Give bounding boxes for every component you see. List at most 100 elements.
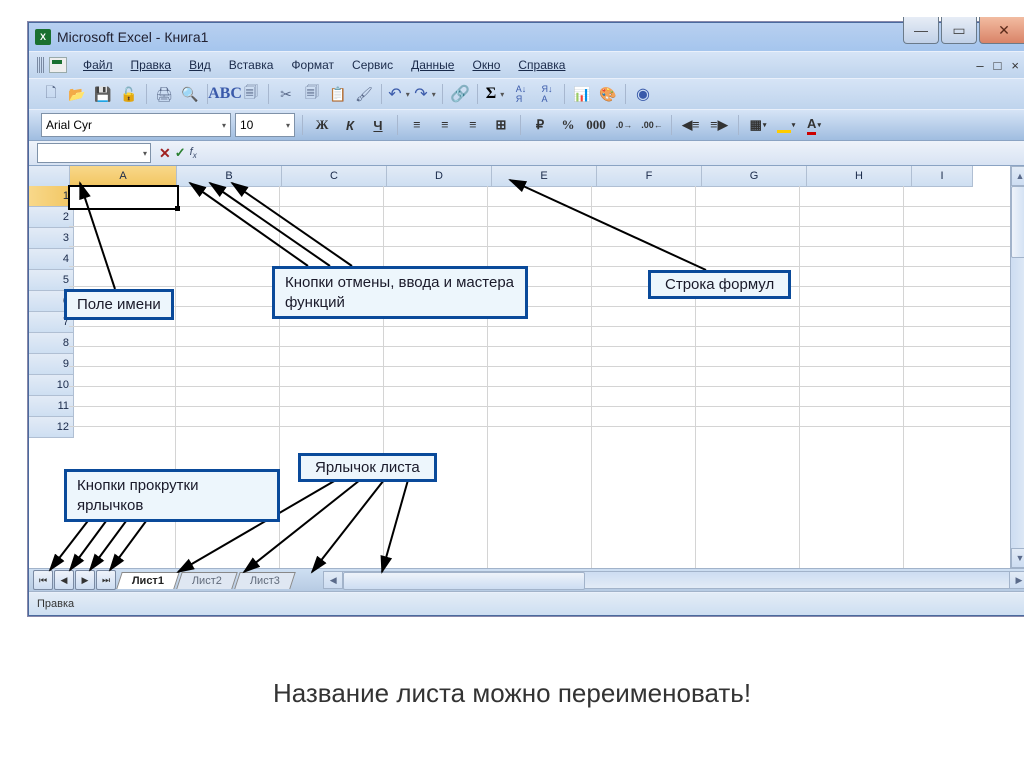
undo-button[interactable]: ↶▾ [387,82,411,106]
print-button[interactable]: 🖨 [152,82,176,106]
maximize-button[interactable]: ▭ [941,17,977,44]
doc-mini-icon[interactable] [49,57,67,73]
row-header-10[interactable]: 10 [29,375,74,396]
fill-color-button[interactable]: ▾ [774,113,798,137]
menu-data[interactable]: Данные [403,55,462,75]
font-color-button[interactable]: A▾ [802,113,826,137]
font-size-combo[interactable]: 10▾ [235,113,295,137]
vertical-scrollbar[interactable]: ▲ ▼ [1010,166,1024,568]
menu-view[interactable]: Вид [181,55,219,75]
align-left-button[interactable]: ≡ [405,113,429,137]
sheet-tab-3[interactable]: Лист3 [234,572,296,589]
minimize-button[interactable]: — [903,17,939,44]
hscroll-thumb[interactable] [343,572,585,590]
col-header-E[interactable]: E [492,166,597,187]
row-header-4[interactable]: 4 [29,249,74,270]
decrease-decimal-button[interactable]: .00← [640,113,664,137]
tab-first-button[interactable]: ⏮ [33,570,53,590]
col-header-I[interactable]: I [912,166,973,187]
col-header-D[interactable]: D [387,166,492,187]
name-box[interactable]: ▾ [37,143,151,163]
scroll-up-button[interactable]: ▲ [1011,166,1024,186]
comma-button[interactable]: 000 [584,113,608,137]
menu-file[interactable]: Файл [75,55,121,75]
chart-button[interactable]: 📊 [570,82,594,106]
tab-navigation: ⏮ ◀ ▶ ⏭ [33,570,117,590]
format-painter-button[interactable]: 🖌 [352,82,376,106]
copy-button[interactable]: 🗐 [300,82,324,106]
menu-help[interactable]: Справка [510,55,573,75]
col-header-H[interactable]: H [807,166,912,187]
excel-icon: X [35,29,51,45]
col-header-C[interactable]: C [282,166,387,187]
horizontal-scrollbar[interactable]: ◀ ▶ [323,571,1024,589]
col-header-G[interactable]: G [702,166,807,187]
menu-edit[interactable]: Правка [123,55,180,75]
autosum-button[interactable]: Σ▾ [483,82,507,106]
increase-decimal-button[interactable]: .0→ [612,113,636,137]
new-button[interactable]: 🗋 [39,82,63,106]
formula-bar-row: ▾ ✕ ✓ fx [29,141,1024,166]
row-header-9[interactable]: 9 [29,354,74,375]
cancel-button[interactable]: ✕ [159,145,171,162]
spellcheck-button[interactable]: ABC [213,82,237,106]
help-button[interactable]: ◉ [631,82,655,106]
fx-button[interactable]: fx [190,146,197,160]
row-header-3[interactable]: 3 [29,228,74,249]
italic-button[interactable]: К [338,113,362,137]
percent-button[interactable]: % [556,113,580,137]
tab-last-button[interactable]: ⏭ [96,570,116,590]
sort-desc-button[interactable]: Я↓A [535,82,559,106]
col-header-F[interactable]: F [597,166,702,187]
scroll-right-button[interactable]: ▶ [1009,571,1024,589]
row-header-5[interactable]: 5 [29,270,74,291]
borders-button[interactable]: ▦▾ [746,113,770,137]
row-header-8[interactable]: 8 [29,333,74,354]
permission-button[interactable]: 🔓 [117,82,141,106]
doc-restore-button[interactable]: □ [994,58,1002,73]
select-all-corner[interactable] [29,166,70,187]
active-cell-A1[interactable] [68,185,179,210]
redo-button[interactable]: ↷▾ [413,82,437,106]
col-header-B[interactable]: B [177,166,282,187]
callout-sheet-tab: Ярлычок листа [298,453,437,482]
menu-tools[interactable]: Сервис [344,55,401,75]
scroll-down-button[interactable]: ▼ [1011,548,1024,568]
close-button[interactable]: ✕ [979,17,1024,44]
sort-asc-button[interactable]: A↓Я [509,82,533,106]
row-header-2[interactable]: 2 [29,207,74,228]
scroll-left-button[interactable]: ◀ [323,571,343,589]
formatting-toolbar: Arial Cyr▾ 10▾ Ж К Ч ≡ ≡ ≡ ⊞ ₽ % 000 .0→… [29,109,1024,141]
enter-button[interactable]: ✓ [175,145,186,161]
cut-button[interactable]: ✂ [274,82,298,106]
decrease-indent-button[interactable]: ◀≡ [679,113,703,137]
increase-indent-button[interactable]: ≡▶ [707,113,731,137]
align-center-button[interactable]: ≡ [433,113,457,137]
open-button[interactable]: 📂 [65,82,89,106]
underline-button[interactable]: Ч [366,113,390,137]
callout-formula-bar: Строка формул [648,270,791,299]
currency-button[interactable]: ₽ [528,113,552,137]
doc-close-button[interactable]: × [1011,58,1019,73]
scroll-thumb[interactable] [1011,186,1024,258]
research-button[interactable]: 🗐 [239,82,263,106]
sheet-tab-2[interactable]: Лист2 [176,572,238,589]
merge-button[interactable]: ⊞ [489,113,513,137]
hyperlink-button[interactable]: 🔗 [448,82,472,106]
menu-window[interactable]: Окно [464,55,508,75]
paste-button[interactable]: 📋 [326,82,350,106]
preview-button[interactable]: 🔍 [178,82,202,106]
tab-next-button[interactable]: ▶ [75,570,95,590]
tab-prev-button[interactable]: ◀ [54,570,74,590]
font-name-combo[interactable]: Arial Cyr▾ [41,113,231,137]
doc-minimize-button[interactable]: – [976,58,983,73]
menu-insert[interactable]: Вставка [221,55,282,75]
align-right-button[interactable]: ≡ [461,113,485,137]
drawing-button[interactable]: 🎨 [596,82,620,106]
row-header-11[interactable]: 11 [29,396,74,417]
sheet-tab-1[interactable]: Лист1 [116,572,180,589]
save-button[interactable]: 💾 [91,82,115,106]
menu-format[interactable]: Формат [283,55,342,75]
row-header-12[interactable]: 12 [29,417,74,438]
bold-button[interactable]: Ж [310,113,334,137]
